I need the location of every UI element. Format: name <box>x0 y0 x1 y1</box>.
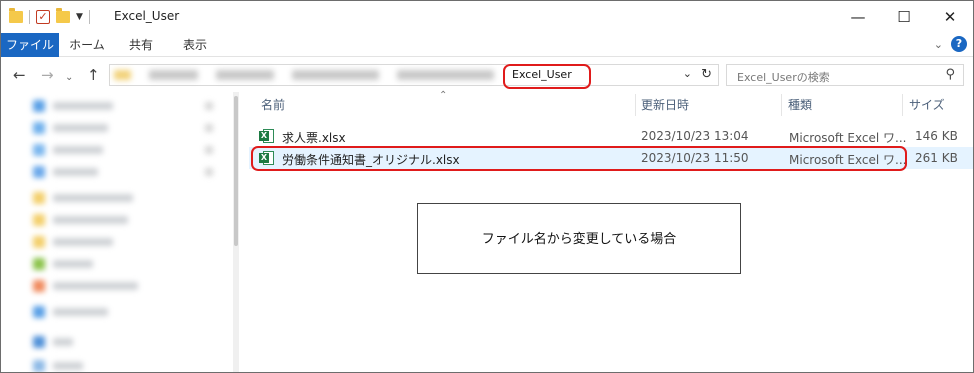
close-button[interactable]: ✕ <box>927 1 973 33</box>
file-name: 求人票.xlsx <box>282 131 346 145</box>
divider <box>88 10 90 24</box>
column-divider[interactable] <box>635 94 636 116</box>
column-divider[interactable] <box>902 94 903 116</box>
file-row[interactable]: X 求人票.xlsx 2023/10/23 13:04 Microsoft Ex… <box>249 125 973 147</box>
address-current-folder: Excel_User <box>512 68 572 81</box>
column-header-name[interactable]: 名前 <box>261 92 285 118</box>
tab-home[interactable]: ホーム <box>63 33 111 57</box>
column-header-type[interactable]: 種類 <box>788 92 812 118</box>
tab-file[interactable]: ファイル <box>1 33 59 57</box>
file-date: 2023/10/23 13:04 <box>641 129 749 143</box>
properties-icon[interactable]: ✓ <box>36 10 50 24</box>
folder-icon <box>9 8 23 23</box>
file-row-selected[interactable]: X 労働条件通知書_オリジナル.xlsx 2023/10/23 11:50 Mi… <box>249 147 973 169</box>
column-header-size[interactable]: サイズ <box>909 92 945 118</box>
ribbon: ファイル ホーム 共有 表示 ⌄ ? <box>1 33 973 57</box>
window-title: Excel_User <box>114 9 180 23</box>
column-divider[interactable] <box>781 94 782 116</box>
search-placeholder: Excel_Userの検索 <box>737 71 830 84</box>
tab-view[interactable]: 表示 <box>171 33 219 57</box>
file-size: 146 KB <box>915 129 958 143</box>
search-box[interactable]: Excel_Userの検索 ⚲ <box>726 64 964 86</box>
search-icon[interactable]: ⚲ <box>945 67 955 82</box>
new-folder-icon[interactable] <box>56 8 70 23</box>
window-controls: — ☐ ✕ <box>835 1 973 33</box>
customize-toolbar-icon[interactable]: ▼ <box>76 12 83 22</box>
expand-ribbon-icon[interactable]: ⌄ <box>934 38 943 51</box>
refresh-icon[interactable]: ↻ <box>701 67 712 82</box>
annotation-callout: ファイル名から変更している場合 <box>417 203 741 274</box>
help-icon[interactable]: ? <box>951 36 967 52</box>
file-size: 261 KB <box>915 151 958 165</box>
blurred-path <box>114 70 494 82</box>
explorer-window: ✓ ▼ Excel_User — ☐ ✕ ファイル ホーム 共有 表示 ⌄ ? … <box>0 0 974 373</box>
maximize-button[interactable]: ☐ <box>881 1 927 33</box>
title-bar: ✓ ▼ Excel_User — ☐ ✕ <box>1 1 973 33</box>
file-date: 2023/10/23 11:50 <box>641 151 749 165</box>
file-name: 労働条件通知書_オリジナル.xlsx <box>282 153 460 167</box>
column-header-date[interactable]: 更新日時 <box>641 92 689 118</box>
sort-ascending-icon: ⌃ <box>439 90 448 101</box>
nav-scrollbar-thumb[interactable] <box>234 96 238 246</box>
file-type: Microsoft Excel ワ... <box>789 153 907 167</box>
forward-arrow-icon[interactable]: → <box>41 67 54 83</box>
address-row: ← → ⌄ ↑ Excel_User ⌄ ↻ Excel_Userの検索 ⚲ <box>1 58 973 92</box>
quick-access-toolbar: ✓ ▼ <box>9 7 90 27</box>
back-arrow-icon[interactable]: ← <box>13 67 26 83</box>
address-dropdown-icon[interactable]: ⌄ <box>683 67 692 80</box>
up-arrow-icon[interactable]: ↑ <box>87 67 100 83</box>
blurred-nav-items <box>27 92 227 372</box>
nav-scrollbar[interactable] <box>233 92 239 372</box>
minimize-button[interactable]: — <box>835 1 881 33</box>
excel-file-icon: X <box>259 129 274 143</box>
recent-locations-icon[interactable]: ⌄ <box>65 70 73 86</box>
divider <box>29 10 30 24</box>
ribbon-controls: ⌄ ? <box>934 36 967 52</box>
tab-share[interactable]: 共有 <box>117 33 165 57</box>
file-type: Microsoft Excel ワ... <box>789 131 907 145</box>
navigation-pane <box>1 92 241 372</box>
address-bar[interactable]: Excel_User ⌄ ↻ <box>109 64 719 86</box>
excel-file-icon: X <box>259 151 274 165</box>
